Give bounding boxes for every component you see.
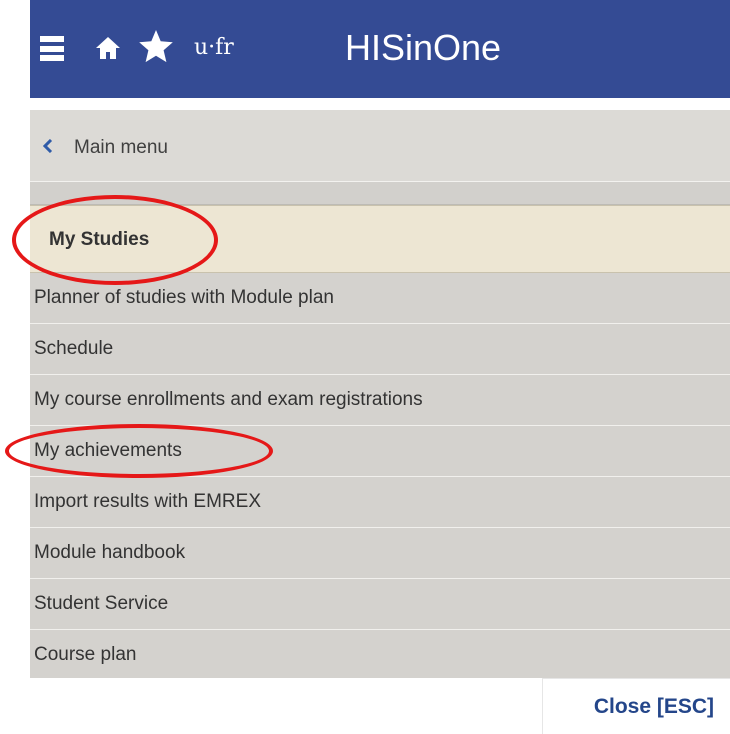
- menu-item-label: Planner of studies with Module plan: [34, 287, 334, 308]
- menu-item-course-enrollments[interactable]: My course enrollments and exam registrat…: [30, 375, 730, 426]
- side-menu: Main menu My Studies Planner of studies …: [30, 110, 730, 678]
- star-icon[interactable]: [138, 28, 174, 64]
- menu-item-student-service[interactable]: Student Service: [30, 579, 730, 630]
- menu-item-schedule[interactable]: Schedule: [30, 324, 730, 375]
- menu-item-label: Import results with EMREX: [34, 491, 261, 512]
- home-icon[interactable]: [94, 34, 122, 62]
- app-header: u·fr HISinOne: [30, 0, 730, 98]
- close-button[interactable]: Close [ESC]: [542, 678, 730, 734]
- menu-item-course-plan[interactable]: Course plan: [30, 630, 730, 678]
- close-button-label: Close [ESC]: [593, 695, 714, 718]
- menu-item-planner-of-studies[interactable]: Planner of studies with Module plan: [30, 273, 730, 324]
- menu-item-label: Course plan: [34, 644, 137, 665]
- back-label: Main menu: [74, 137, 168, 158]
- university-logo: u·fr: [194, 35, 234, 60]
- menu-item-label: My achievements: [34, 440, 182, 461]
- chevron-left-icon: [43, 139, 53, 153]
- menu-divider: [30, 182, 730, 205]
- section-label: My Studies: [49, 229, 150, 250]
- menu-item-label: Module handbook: [34, 542, 186, 563]
- menu-item-my-achievements[interactable]: My achievements: [30, 426, 730, 477]
- back-to-main-menu[interactable]: Main menu: [30, 110, 730, 182]
- menu-item-import-emrex[interactable]: Import results with EMREX: [30, 477, 730, 528]
- menu-item-label: My course enrollments and exam registrat…: [34, 389, 423, 410]
- app-title: HISinOne: [345, 27, 502, 68]
- menu-section-my-studies[interactable]: My Studies: [30, 205, 730, 273]
- hamburger-menu-icon[interactable]: [40, 36, 64, 61]
- menu-item-module-handbook[interactable]: Module handbook: [30, 528, 730, 579]
- menu-item-label: Schedule: [34, 338, 114, 359]
- menu-item-label: Student Service: [34, 593, 169, 614]
